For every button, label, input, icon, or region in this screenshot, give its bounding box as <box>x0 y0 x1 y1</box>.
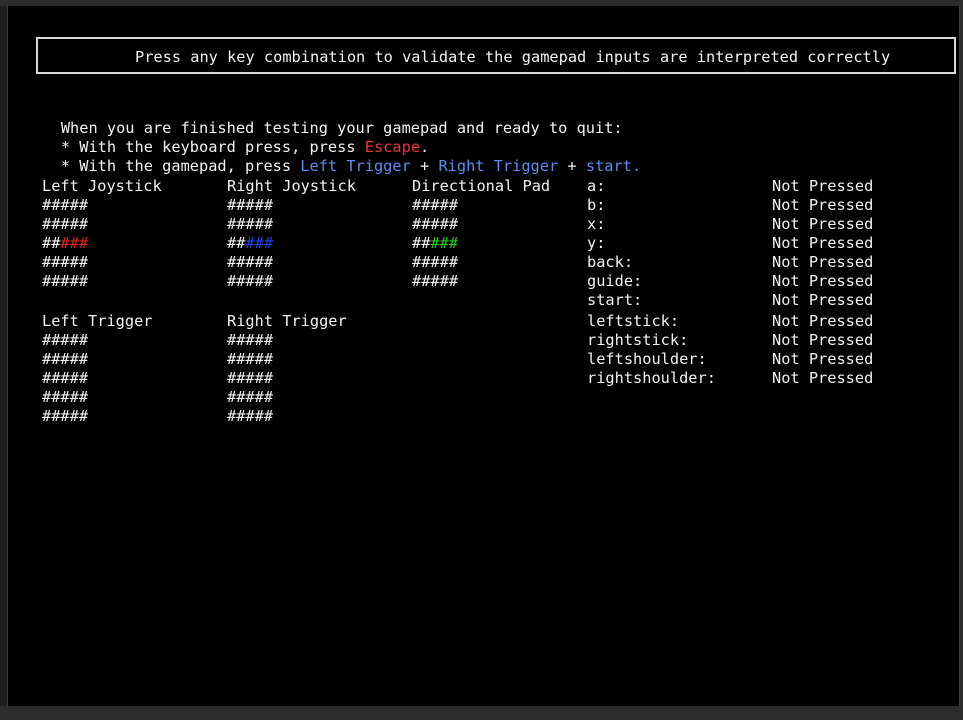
right-joystick-row: ##### <box>227 215 274 233</box>
button-state-rightshoulder: Not Pressed <box>772 369 874 387</box>
left-trigger-row: ##### <box>42 350 89 368</box>
button-name-rightshoulder: rightshoulder: <box>587 369 716 387</box>
right-joystick-row: ##### <box>227 272 274 290</box>
button-name-leftstick: leftstick: <box>587 312 680 330</box>
left-joystick-indicator: ### <box>60 234 89 252</box>
button-state-x: Not Pressed <box>772 215 874 233</box>
left-joystick-row: ##### <box>42 215 89 233</box>
terminal-window[interactable]: Press any key combination to validate th… <box>7 6 960 706</box>
right-joystick-row: ##### <box>227 253 274 271</box>
right-trigger-row: ##### <box>227 331 274 349</box>
banner-text: Press any key combination to validate th… <box>135 48 891 66</box>
left-joystick-row: ##### <box>42 253 89 271</box>
start-key-label: start <box>585 157 632 175</box>
button-name-y: y: <box>587 234 606 252</box>
left-joystick-label: Left Joystick <box>42 177 162 195</box>
button-name-leftshoulder: leftshoulder: <box>587 350 707 368</box>
left-trigger-key-label: Left Trigger <box>300 157 411 175</box>
left-joystick-active-row: ##### <box>42 234 88 253</box>
button-name-back: back: <box>587 253 634 271</box>
button-name-a: a: <box>587 177 606 195</box>
button-state-b: Not Pressed <box>772 196 874 214</box>
button-state-leftshoulder: Not Pressed <box>772 350 874 368</box>
left-joystick-row: ##### <box>42 272 89 290</box>
plus-sign: + <box>558 157 586 175</box>
left-trigger-row: ##### <box>42 331 89 349</box>
gamepad-quit-prefix: * With the gamepad, press <box>60 157 301 175</box>
dpad-row: ##### <box>412 253 459 271</box>
plus-sign: + <box>410 157 439 175</box>
dpad-row: ##### <box>412 272 459 290</box>
left-trigger-row: ##### <box>42 369 89 387</box>
left-trigger-row: ##### <box>42 388 89 406</box>
dpad-active-prefix: ## <box>412 234 431 252</box>
button-state-leftstick: Not Pressed <box>772 312 874 330</box>
button-state-back: Not Pressed <box>772 253 874 271</box>
right-joystick-row: ##### <box>227 196 274 214</box>
button-name-b: b: <box>587 196 606 214</box>
right-trigger-label: Right Trigger <box>227 312 347 330</box>
left-joystick-row: ##### <box>42 196 89 214</box>
button-name-start: start: <box>587 291 643 309</box>
left-joystick-active-prefix: ## <box>42 234 61 252</box>
button-name-guide: guide: <box>587 272 643 290</box>
right-joystick-indicator: ### <box>245 234 274 252</box>
gamepad-quit-suffix: . <box>631 157 642 175</box>
dpad-label: Directional Pad <box>412 177 551 195</box>
dpad-indicator: ### <box>430 234 459 252</box>
window-bottom-edge <box>0 706 963 720</box>
right-joystick-label: Right Joystick <box>227 177 356 195</box>
dpad-row: ##### <box>412 215 459 233</box>
button-name-rightstick: rightstick: <box>587 331 689 349</box>
right-trigger-row: ##### <box>227 350 274 368</box>
right-trigger-row: ##### <box>227 407 274 425</box>
instruction-banner: Press any key combination to validate th… <box>36 37 956 74</box>
left-trigger-label: Left Trigger <box>42 312 153 330</box>
right-trigger-row: ##### <box>227 369 274 387</box>
dpad-row: ##### <box>412 196 459 214</box>
button-state-a: Not Pressed <box>772 177 874 195</box>
button-state-y: Not Pressed <box>772 234 874 252</box>
button-state-start: Not Pressed <box>772 291 874 309</box>
right-trigger-key-label: Right Trigger <box>438 157 559 175</box>
right-trigger-row: ##### <box>227 388 274 406</box>
button-name-x: x: <box>587 215 606 233</box>
button-state-guide: Not Pressed <box>772 272 874 290</box>
dpad-active-row: ##### <box>412 234 458 253</box>
left-trigger-row: ##### <box>42 407 89 425</box>
right-joystick-active-prefix: ## <box>227 234 246 252</box>
button-state-rightstick: Not Pressed <box>772 331 874 349</box>
right-joystick-active-row: ##### <box>227 234 273 253</box>
